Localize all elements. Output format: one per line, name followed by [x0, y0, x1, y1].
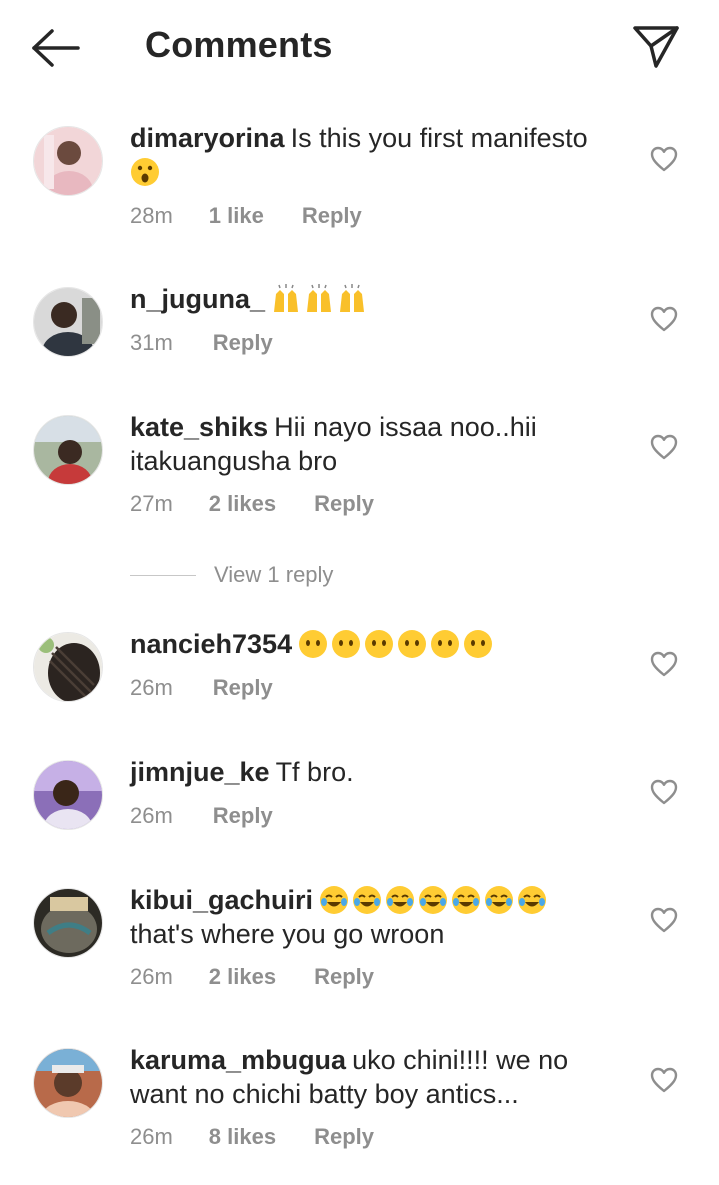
comment-text: Tf bro. [275, 757, 354, 787]
comment-body: nancieh7354 [130, 627, 630, 661]
tears-of-joy-emoji-icon [418, 885, 448, 915]
comment-username[interactable]: kibui_gachuiri [130, 885, 313, 915]
comment-time: 26m [130, 803, 173, 828]
comment-username[interactable]: jimnjue_ke [130, 757, 270, 787]
comment-likes[interactable]: 1 like [209, 203, 264, 229]
raising-hands-emoji-icon [271, 284, 301, 314]
no-mouth-emoji-icon [331, 629, 361, 659]
no-mouth-emoji-icon [397, 629, 427, 659]
reply-button[interactable]: Reply [314, 964, 374, 990]
comment-meta: 26m 8 likes Reply [130, 1124, 374, 1150]
comment-body: kibui_gachuiri that's where you go wroon [130, 883, 630, 951]
tears-of-joy-emoji-icon [352, 885, 382, 915]
no-mouth-emoji-icon [298, 629, 328, 659]
comment-username[interactable]: karuma_mbugua [130, 1045, 346, 1075]
no-mouth-emoji-icon [463, 629, 493, 659]
heart-icon [650, 651, 678, 677]
heart-icon [650, 1067, 678, 1093]
avatar[interactable] [33, 760, 103, 830]
like-button[interactable] [650, 779, 678, 805]
paper-plane-icon [633, 26, 679, 68]
back-button[interactable] [28, 26, 84, 70]
comment-body: karuma_mbugua uko chini!!!! we no want no… [130, 1043, 630, 1111]
view-replies-label: View 1 reply [214, 562, 334, 587]
heart-icon [650, 434, 678, 460]
comment-meta: 27m 2 likes Reply [130, 491, 374, 517]
comment-time: 28m [130, 203, 173, 228]
like-button[interactable] [650, 146, 678, 172]
comment-username[interactable]: n_juguna_ [130, 284, 265, 314]
avatar[interactable] [33, 126, 103, 196]
raising-hands-emoji-icon [304, 284, 334, 314]
comment-body: jimnjue_ke Tf bro. [130, 755, 630, 789]
comment-time: 26m [130, 964, 173, 989]
reply-button[interactable]: Reply [314, 1124, 374, 1150]
reply-button[interactable]: Reply [314, 491, 374, 517]
tears-of-joy-emoji-icon [385, 885, 415, 915]
avatar[interactable] [33, 632, 103, 702]
comment-meta: 28m 1 like Reply [130, 203, 362, 229]
comment-likes[interactable]: 2 likes [209, 964, 276, 990]
tears-of-joy-emoji-icon [517, 885, 547, 915]
heart-icon [650, 779, 678, 805]
comment-time: 27m [130, 491, 173, 516]
avatar[interactable] [33, 415, 103, 485]
avatar[interactable] [33, 1048, 103, 1118]
comment-likes[interactable]: 2 likes [209, 491, 276, 517]
share-button[interactable] [630, 22, 682, 70]
surprised-emoji-icon [130, 157, 160, 187]
reply-button[interactable]: Reply [213, 330, 273, 356]
comment-body: dimaryorina Is this you first manifesto [130, 121, 630, 189]
comment-body: kate_shiks Hii nayo issaa noo..hii itakua… [130, 410, 630, 478]
comment-meta: 31m Reply [130, 330, 273, 356]
reply-button[interactable]: Reply [213, 675, 273, 701]
like-button[interactable] [650, 651, 678, 677]
comment-body: n_juguna_ [130, 282, 630, 316]
arrow-left-icon [32, 29, 80, 67]
comment-meta: 26m Reply [130, 675, 273, 701]
reply-button[interactable]: Reply [302, 203, 362, 229]
heart-icon [650, 146, 678, 172]
comment-meta: 26m 2 likes Reply [130, 964, 374, 990]
header-bar: Comments [0, 0, 719, 96]
view-replies-button[interactable]: View 1 reply [130, 560, 333, 590]
comment-text: that's where you go wroon [130, 919, 445, 949]
no-mouth-emoji-icon [430, 629, 460, 659]
comment-meta: 26m Reply [130, 803, 273, 829]
no-mouth-emoji-icon [364, 629, 394, 659]
avatar[interactable] [33, 888, 103, 958]
like-button[interactable] [650, 306, 678, 332]
heart-icon [650, 907, 678, 933]
comment-username[interactable]: kate_shiks [130, 412, 268, 442]
comment-time: 26m [130, 675, 173, 700]
comment-time: 26m [130, 1124, 173, 1149]
page-title: Comments [145, 24, 333, 65]
raising-hands-emoji-icon [337, 284, 367, 314]
like-button[interactable] [650, 1067, 678, 1093]
comment-username[interactable]: dimaryorina [130, 123, 285, 153]
reply-button[interactable]: Reply [213, 803, 273, 829]
comment-time: 31m [130, 330, 173, 355]
tears-of-joy-emoji-icon [484, 885, 514, 915]
tears-of-joy-emoji-icon [451, 885, 481, 915]
reply-divider [130, 574, 196, 576]
comment-text: Is this you first manifesto [290, 123, 588, 153]
comment-likes[interactable]: 8 likes [209, 1124, 276, 1150]
like-button[interactable] [650, 907, 678, 933]
comment-username[interactable]: nancieh7354 [130, 629, 292, 659]
like-button[interactable] [650, 434, 678, 460]
heart-icon [650, 306, 678, 332]
avatar[interactable] [33, 287, 103, 357]
tears-of-joy-emoji-icon [319, 885, 349, 915]
